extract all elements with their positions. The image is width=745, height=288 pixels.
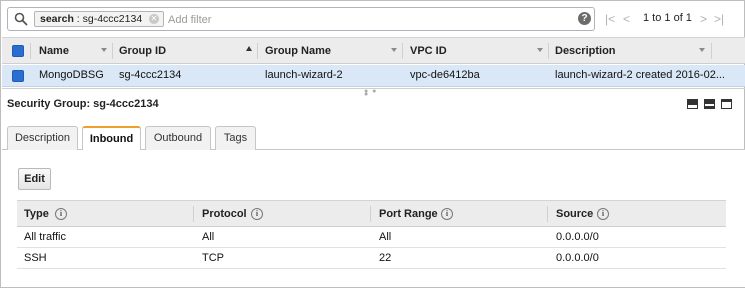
cell-group-name: launch-wizard-2 xyxy=(265,69,343,81)
cell-name: MongoDBSG xyxy=(39,69,104,81)
filter-input[interactable] xyxy=(168,12,568,27)
search-token-value: sg-4ccc2134 xyxy=(82,13,143,25)
cell-vpc-id: vpc-de6412ba xyxy=(410,69,480,81)
column-divider xyxy=(257,43,258,59)
detail-title: Security Group: sg-4ccc2134 xyxy=(7,98,159,110)
tab-outbound[interactable]: Outbound xyxy=(145,126,211,150)
sort-caret-icon[interactable] xyxy=(699,48,705,52)
next-page-icon[interactable]: > xyxy=(700,12,707,26)
last-page-icon[interactable]: >| xyxy=(714,12,724,26)
detail-tabs: Description Inbound Outbound Tags xyxy=(2,126,745,151)
tab-description[interactable]: Description xyxy=(7,126,78,150)
info-icon[interactable]: i xyxy=(441,208,453,220)
column-header-source: Source xyxy=(556,208,594,220)
layout-bottom-icon[interactable] xyxy=(687,99,698,109)
cell-port-range: 22 xyxy=(379,252,392,264)
column-header-group-name[interactable]: Group Name xyxy=(265,38,331,64)
column-header-description[interactable]: Description xyxy=(555,38,616,64)
row-checkbox[interactable] xyxy=(12,70,24,82)
first-page-icon[interactable]: |< xyxy=(605,12,615,26)
table-row[interactable]: MongoDBSG sg-4ccc2134 launch-wizard-2 vp… xyxy=(2,65,745,87)
grid-header: Name Group ID Group Name VPC ID Descript… xyxy=(2,37,745,64)
select-all-checkbox[interactable] xyxy=(12,45,24,57)
column-divider xyxy=(112,43,113,59)
table-row: SSH TCP 22 0.0.0.0/0 xyxy=(17,248,726,269)
info-icon[interactable]: i xyxy=(597,208,609,220)
cell-protocol: TCP xyxy=(202,252,224,264)
cell-type: All traffic xyxy=(24,231,66,243)
column-header-type: Type xyxy=(24,208,49,220)
search-token[interactable]: search : sg-4ccc2134 ✕ xyxy=(34,11,164,27)
tab-tags[interactable]: Tags xyxy=(215,126,256,150)
cell-type: SSH xyxy=(24,252,47,264)
sort-caret-icon[interactable] xyxy=(537,48,543,52)
column-divider xyxy=(548,43,549,59)
cell-source: 0.0.0.0/0 xyxy=(556,231,599,243)
window-frame: search : sg-4ccc2134 ✕ ? |< < 1 to 1 of … xyxy=(0,0,745,288)
column-divider xyxy=(193,206,194,222)
column-header-vpc-id[interactable]: VPC ID xyxy=(410,38,447,64)
sort-caret-icon[interactable] xyxy=(101,48,107,52)
layout-split-icon[interactable] xyxy=(704,99,715,109)
tab-inbound[interactable]: Inbound xyxy=(82,126,141,151)
rules-table-header: Type i Protocol i Port Range i Source i xyxy=(17,200,726,227)
column-divider xyxy=(711,43,712,59)
sort-ascending-icon[interactable] xyxy=(246,46,252,51)
column-divider xyxy=(370,206,371,222)
edit-button[interactable]: Edit xyxy=(18,168,51,190)
help-icon[interactable]: ? xyxy=(578,12,591,25)
cell-port-range: All xyxy=(379,231,392,243)
column-divider xyxy=(402,43,403,59)
column-divider xyxy=(547,206,548,222)
search-icon xyxy=(14,12,28,26)
remove-token-icon[interactable]: ✕ xyxy=(149,14,159,24)
cell-protocol: All xyxy=(202,231,215,243)
column-header-protocol: Protocol xyxy=(202,208,247,220)
info-icon[interactable]: i xyxy=(251,208,263,220)
column-header-name[interactable]: Name xyxy=(39,38,69,64)
cell-group-id: sg-4ccc2134 xyxy=(119,69,182,81)
search-bar[interactable]: search : sg-4ccc2134 ✕ xyxy=(7,7,595,31)
table-row: All traffic All All 0.0.0.0/0 xyxy=(17,227,726,248)
cell-source: 0.0.0.0/0 xyxy=(556,252,599,264)
splitter-grip-icon[interactable]: ● ● ● xyxy=(364,88,382,98)
cell-description: launch-wizard-2 created 2016-02... xyxy=(555,69,725,81)
pane-splitter[interactable]: ● ● ● xyxy=(2,88,745,98)
pagination-text: 1 to 1 of 1 xyxy=(643,12,692,24)
info-icon[interactable]: i xyxy=(55,208,67,220)
sort-caret-icon[interactable] xyxy=(391,48,397,52)
column-divider xyxy=(30,43,31,59)
layout-top-icon[interactable] xyxy=(721,99,732,109)
column-header-port-range: Port Range xyxy=(379,208,438,220)
search-token-key: search xyxy=(40,13,74,25)
column-header-group-id[interactable]: Group ID xyxy=(119,38,166,64)
prev-page-icon[interactable]: < xyxy=(623,12,630,26)
